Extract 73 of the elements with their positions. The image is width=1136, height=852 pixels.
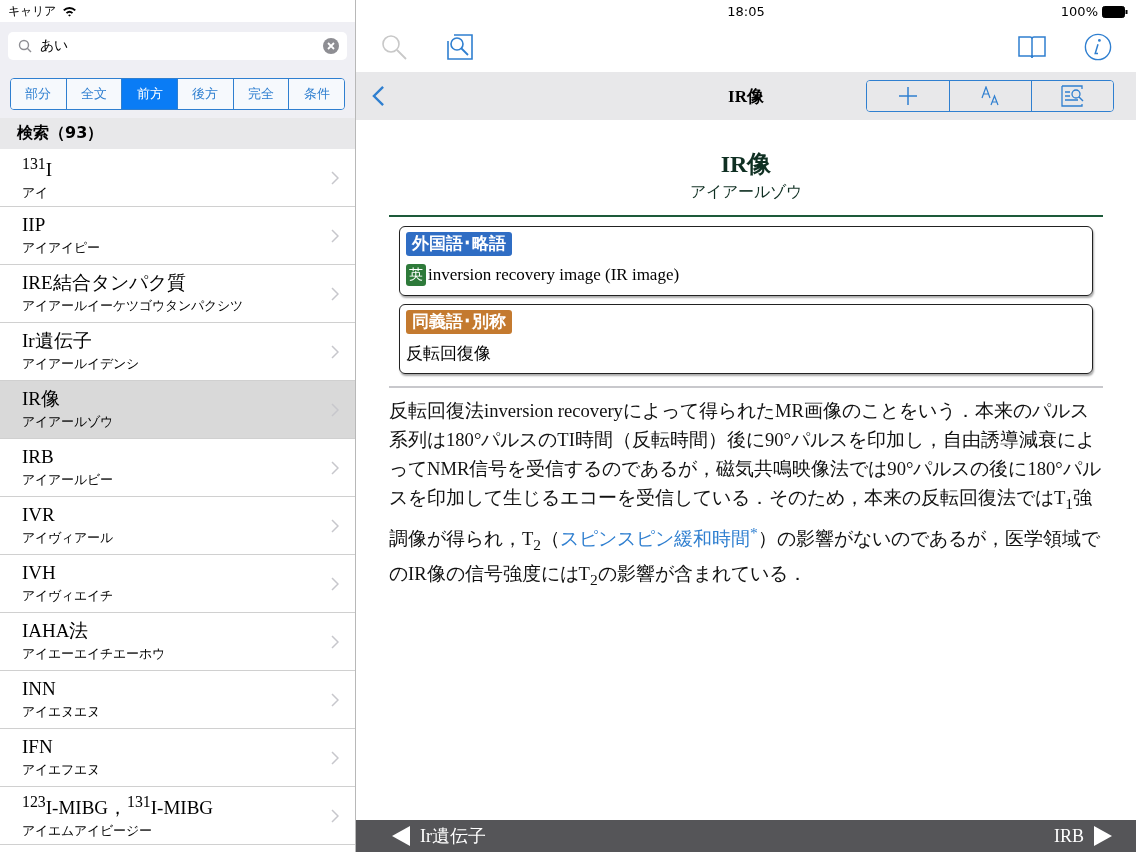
search-mode-tab[interactable]: 全文 [65,79,122,109]
search-mode-tab[interactable]: 部分 [11,79,66,109]
wifi-icon [62,5,77,17]
battery-icon [1102,5,1128,18]
result-reading: アイエムアイビージー [22,822,153,841]
search-mode-tab[interactable]: 前方 [121,79,177,109]
result-title: IRB [22,446,55,468]
battery-label: 100% [1060,4,1098,19]
result-reading: アイアールイデンシ [22,355,140,373]
search-mode-tab[interactable]: 条件 [288,79,344,109]
left-triangle-icon [392,826,410,846]
find-in-page-icon [1060,85,1085,107]
chevron-icon [331,750,339,765]
clear-icon[interactable] [323,38,339,54]
search-icon [18,39,32,53]
result-title: $^{131}$I [22,153,54,182]
plus-icon [899,87,917,105]
chevron-icon [331,286,339,301]
term-link[interactable]: スピンスピン緩和時間$^{*}$ [560,527,758,549]
search-mode-tab[interactable]: 後方 [177,79,233,109]
search-mode-tab[interactable]: 完全 [232,79,289,109]
result-title: IFN [22,736,54,758]
result-item[interactable]: IR像 アイアールゾウ [0,381,355,439]
section-tag: 同義語･別称 [406,310,512,334]
result-title: IR像 [22,388,61,410]
search-page-icon[interactable] [446,33,474,61]
result-reading: アイアイピー [22,239,101,257]
entry-title: IR像 [720,150,772,179]
result-title: $^{123}$I-MIBG，$^{131}$I-MIBG [22,791,215,820]
card-text: 反転回復像 [406,342,491,365]
right-triangle-icon [1094,826,1112,846]
chevron-icon [331,518,339,533]
chevron-icon [331,228,339,243]
chevron-icon [331,344,339,359]
result-reading: アイヴィエイチ [22,587,114,605]
result-title: Ir遺伝子 [22,330,93,352]
clock-label: 18:05 [727,3,765,19]
result-title: IRE結合タンパク質 [22,272,187,294]
result-title: INN [22,678,57,700]
page-title: IR像 [728,85,764,108]
chevron-icon [331,692,339,707]
result-reading: アイエヌエヌ [22,703,101,721]
carrier-label: キャリア [8,2,56,20]
section-tag: 外国語･略語 [406,232,512,256]
search-field[interactable]: あい [8,32,347,60]
previous-entry-link[interactable]: Ir遺伝子 [392,824,486,848]
result-reading: アイエーエイチエーホウ [22,645,166,663]
result-reading: アイアールイーケツゴウタンパクシツ [22,297,244,315]
chevron-icon [331,460,339,475]
result-title: IIP [22,214,47,236]
search-icon[interactable] [380,33,408,61]
definition-text: 反転回復法inversion recoveryによって得られたMR画像のことをいう．本来のパルス系列は180°パルスのTI時間（反転時間）後に90°パルスを印加し，自由誘導減衰によってNMR信号を受信するのであるが，磁気共鳴映像法では90°パルスの後に180°パルスを印加して生じるエコーを受信している．そのため，本来の反転回復法ではT$_{1}$強調像が得られ，T$_{2}$（スピンスピン緩和時間$^{*}$）の影響がないのであるが，医学領域でのIR像の信号強度にはT$_{2}$の影響が含まれている． [389,399,1102,590]
language-tag: 英 [406,264,426,286]
result-reading: アイヴィアール [22,529,114,547]
chevron-icon [331,576,339,591]
result-title: IAHA法 [22,620,90,642]
chevron-icon [331,808,339,823]
section-header: 検索（93） [0,118,355,149]
entry-reading: アイアールゾウ [690,182,802,202]
chevron-icon [331,170,339,185]
result-reading: アイエフエヌ [22,761,101,779]
card-text: inversion recovery image (IR image) [428,265,680,285]
chevron-icon [331,634,339,649]
back-icon[interactable] [372,85,385,107]
result-title: IVH [22,562,57,584]
result-reading: アイアールゾウ [22,413,114,431]
info-icon[interactable] [1084,33,1112,61]
next-entry-link[interactable]: IRB [1054,825,1112,847]
result-reading: アイアールビー [22,471,114,489]
book-icon[interactable] [1018,34,1046,60]
result-title: IVR [22,504,56,526]
find-in-page-button[interactable] [1031,81,1113,111]
result-reading: アイ [22,184,49,203]
